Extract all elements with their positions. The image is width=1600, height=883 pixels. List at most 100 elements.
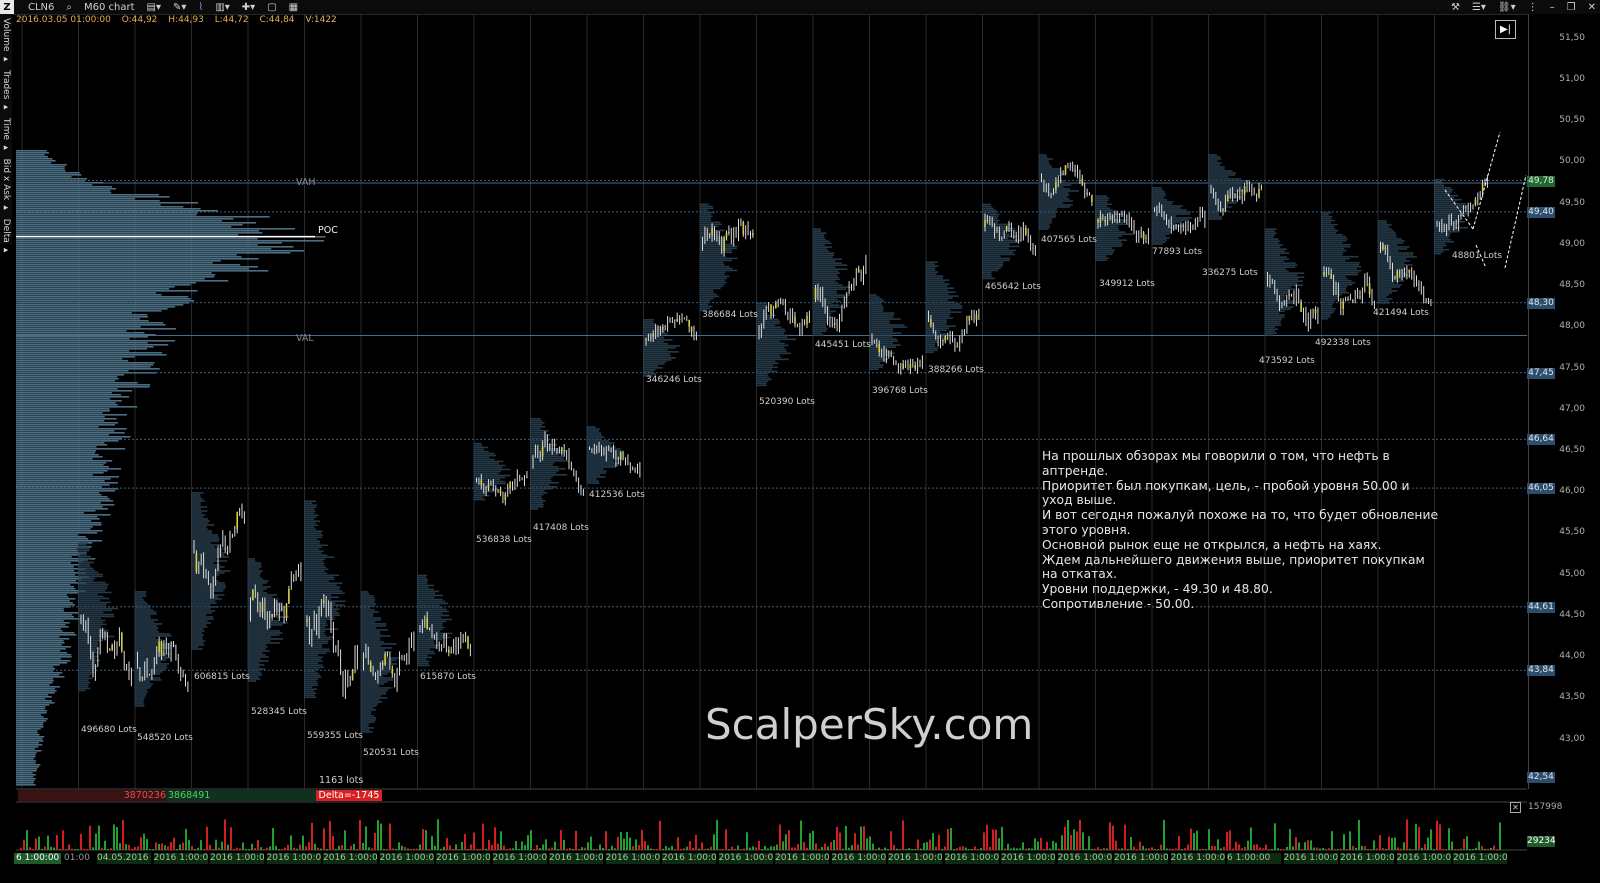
- profile-bar: [16, 396, 130, 398]
- session-profile-bar: [1377, 262, 1405, 264]
- close-icon[interactable]: ✕: [1588, 2, 1596, 13]
- profile-bar: [16, 308, 168, 310]
- app-logo[interactable]: Z: [0, 0, 14, 14]
- session-profile-bar: [473, 468, 511, 471]
- profile-bar: [16, 572, 87, 574]
- session-profile-bar: [78, 587, 108, 590]
- chart-type-selector[interactable]: M60 chart: [84, 2, 135, 13]
- volume-bar: [1130, 836, 1132, 850]
- search-icon[interactable]: ⌕: [66, 2, 72, 13]
- profile-bar: [16, 662, 68, 664]
- session-profile-bar: [530, 425, 546, 428]
- layout-icon[interactable]: ▦: [289, 2, 298, 13]
- session-profile-bar: [1264, 270, 1289, 272]
- session-profile-bar: [191, 608, 211, 610]
- session-profile-bar: [699, 209, 708, 212]
- volume-bar: [821, 847, 823, 850]
- volume-bar: [722, 848, 724, 850]
- session-profile-bar: [1095, 253, 1113, 255]
- profile-bar: [16, 356, 135, 358]
- candle-body: [141, 677, 144, 679]
- side-tab-bidask[interactable]: Bid x Ask ▸: [1, 159, 11, 213]
- session-profile-bar: [247, 668, 266, 670]
- session-profile-bar: [699, 277, 728, 280]
- session-profile-bar: [586, 480, 599, 482]
- price-tag: 46,05: [1527, 483, 1555, 495]
- close-volume-pane-icon[interactable]: ✕: [1510, 802, 1521, 813]
- session-profile-bar: [1321, 245, 1351, 248]
- session-profile-bar: [78, 577, 96, 580]
- volume-bar: [839, 832, 841, 850]
- volume-bar: [92, 847, 94, 850]
- profile-bar: [16, 570, 75, 572]
- session-profile-bar: [1151, 195, 1166, 197]
- session-profile-bar: [699, 281, 727, 284]
- volume-bar: [773, 846, 775, 850]
- volume-bar: [38, 836, 40, 850]
- candle-body: [561, 447, 563, 452]
- session-profile-bar: [982, 223, 1011, 226]
- profile-bar: [16, 364, 154, 366]
- session-profile-bar: [812, 272, 841, 274]
- volume-bar: [1397, 847, 1399, 850]
- session-profile-bar: [417, 642, 435, 645]
- price-axis-label: 48,50: [1559, 280, 1585, 291]
- session-profile-bar: [304, 650, 331, 653]
- session-profile-bar: [756, 364, 774, 367]
- profile-bar: [16, 450, 96, 452]
- session-profile-bar: [134, 637, 156, 639]
- side-tab-trades[interactable]: Trades ▸: [1, 70, 11, 112]
- session-profile-bar: [869, 358, 889, 360]
- side-tab-delta[interactable]: Delta ▸: [1, 219, 11, 256]
- profile-bar: [16, 560, 84, 562]
- session-profile-bar: [1038, 196, 1068, 198]
- volume-bar: [677, 837, 679, 850]
- session-profile-bar: [1264, 326, 1276, 328]
- main-chart[interactable]: [0, 0, 1600, 883]
- candle-body: [1314, 309, 1317, 314]
- price-axis-label: 48,00: [1559, 321, 1585, 332]
- profile-bar: [16, 646, 71, 648]
- session-profile-bar: [812, 252, 835, 254]
- side-tab-volume[interactable]: Volume ▸: [1, 18, 11, 64]
- volume-bar: [707, 848, 709, 850]
- session-profile-bar: [869, 342, 894, 344]
- side-panel-tabs[interactable]: Volume ▸ Trades ▸ Time ▸ Bid x Ask ▸ Del…: [1, 18, 11, 256]
- volume-bar: [347, 848, 349, 850]
- candle-body: [752, 233, 754, 236]
- session-profile-bar: [1321, 261, 1360, 264]
- session-profile-bar: [925, 323, 947, 325]
- symbol-selector[interactable]: CLN6: [28, 2, 54, 13]
- indicator-icon[interactable]: ⌇: [198, 2, 203, 13]
- list-icon[interactable]: ☰▾: [1472, 2, 1486, 13]
- session-profile-bar: [699, 267, 733, 270]
- menu-dots-icon[interactable]: ⋮: [1528, 2, 1538, 13]
- bars-icon[interactable]: ▥▾: [215, 2, 229, 13]
- volume-bar: [1001, 826, 1003, 850]
- session-profile-bar: [191, 492, 204, 494]
- crosshair-icon[interactable]: ✚▾: [242, 2, 255, 13]
- session-profile-bar: [134, 699, 144, 701]
- side-tab-time[interactable]: Time ▸: [1, 118, 11, 153]
- tools-icon[interactable]: ⚒: [1451, 2, 1460, 13]
- link-icon[interactable]: ⛓▾: [1498, 2, 1516, 13]
- session-profile-bar: [360, 645, 382, 647]
- session-profile-bar: [360, 615, 374, 617]
- session-profile-bar: [78, 567, 94, 570]
- restore-icon[interactable]: ❐: [1567, 2, 1576, 13]
- settings-icon[interactable]: ▤▾: [147, 2, 161, 13]
- scroll-to-end-button[interactable]: ▶|: [1495, 20, 1516, 39]
- session-profile-bar: [1038, 210, 1057, 212]
- window-icon[interactable]: ▢: [267, 2, 276, 13]
- profile-bar: [16, 676, 65, 678]
- session-profile-bar: [360, 591, 369, 593]
- session-profile-bar: [1321, 259, 1346, 262]
- session-profile-bar: [643, 327, 662, 329]
- session-profile-bar: [304, 678, 319, 681]
- minimize-icon[interactable]: –: [1550, 2, 1555, 13]
- draw-tool-icon[interactable]: ✎▾: [173, 2, 186, 13]
- profile-bar: [16, 432, 125, 434]
- session-profile-bar: [1377, 284, 1402, 286]
- volume-bar: [572, 848, 574, 850]
- session-profile-bar: [1264, 304, 1287, 306]
